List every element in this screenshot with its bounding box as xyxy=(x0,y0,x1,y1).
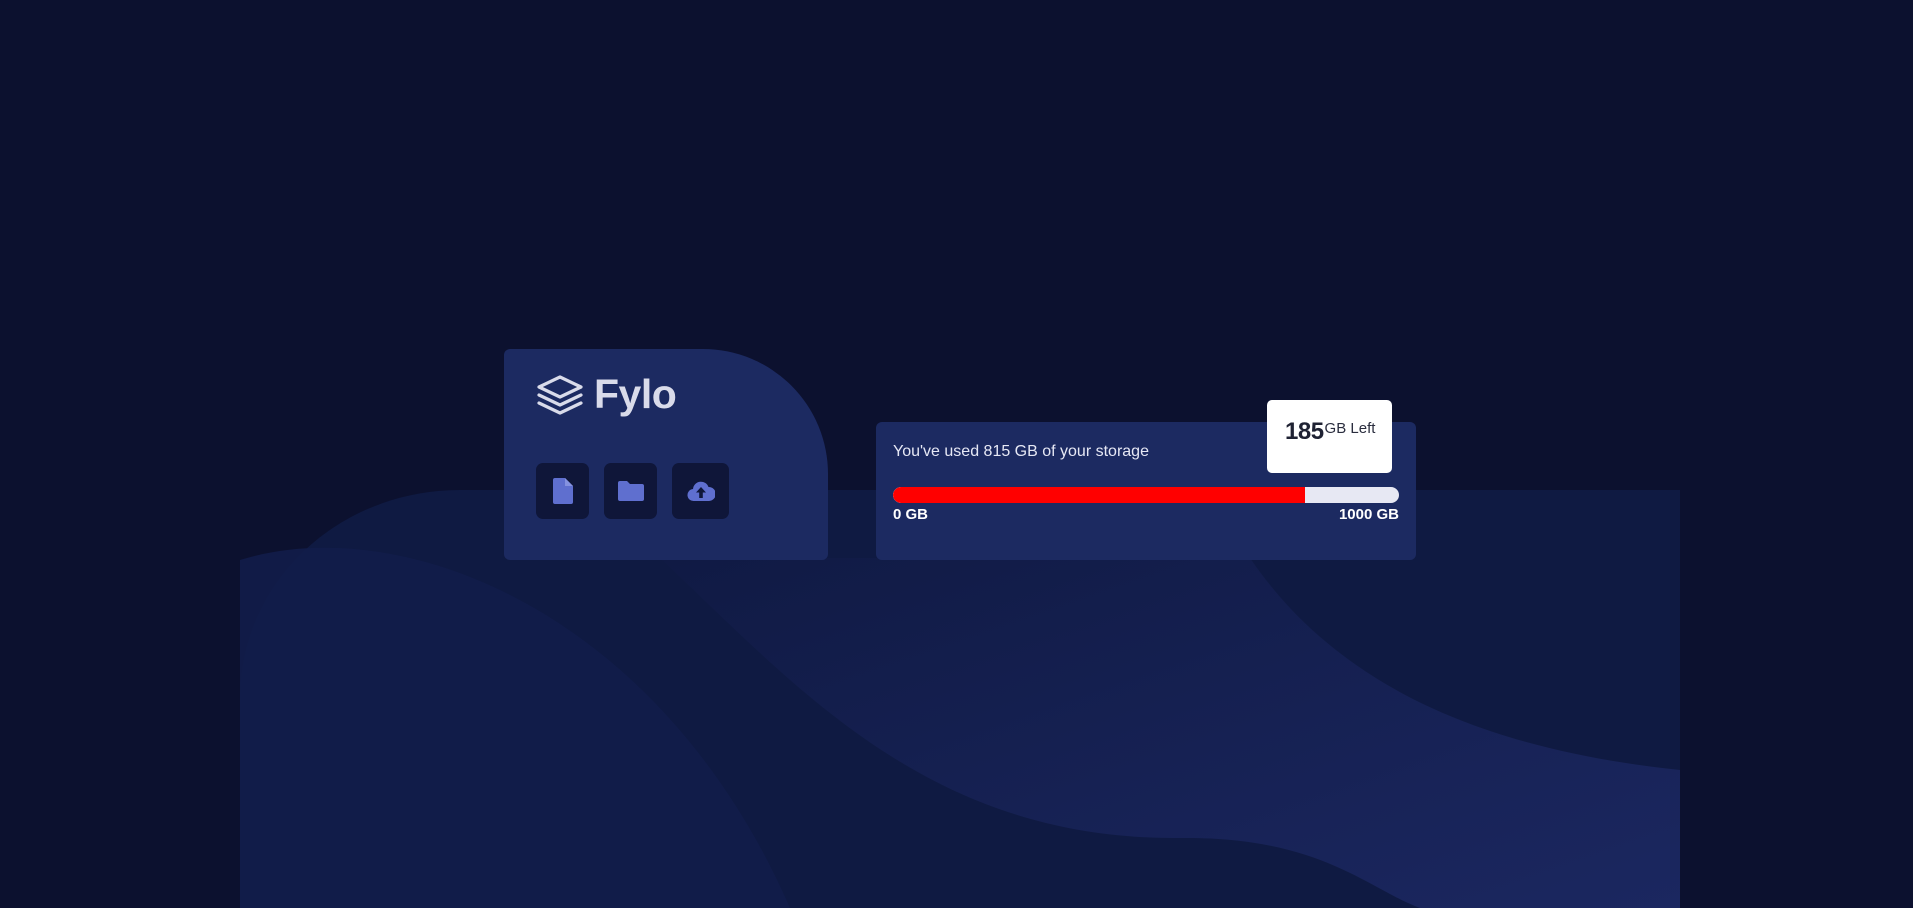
storage-progress-bar xyxy=(893,487,1399,503)
upload-icon xyxy=(687,481,715,502)
logo: Fylo xyxy=(536,371,677,418)
page-background: Fylo You've used 815 GB of your storage … xyxy=(0,0,1913,908)
storage-usage-text: You've used 815 GB of your storage xyxy=(893,443,1149,460)
document-icon xyxy=(552,478,573,504)
folder-button[interactable] xyxy=(604,463,657,519)
folder-icon xyxy=(617,481,644,501)
layers-icon xyxy=(537,374,583,415)
scale-min-label: 0 GB xyxy=(893,506,929,523)
brand-name: Fylo xyxy=(594,371,677,417)
storage-progress-fill xyxy=(893,487,1306,503)
scale-max-label: 1000 GB xyxy=(1338,506,1399,523)
remaining-number: 185 xyxy=(1285,418,1324,445)
brand-card: Fylo xyxy=(504,349,828,560)
storage-left-badge: 185GB Left xyxy=(1267,400,1392,473)
upload-button[interactable] xyxy=(672,463,729,519)
remaining-unit: GB Left xyxy=(1324,420,1376,437)
document-button[interactable] xyxy=(536,463,589,519)
action-icon-row xyxy=(536,463,729,519)
